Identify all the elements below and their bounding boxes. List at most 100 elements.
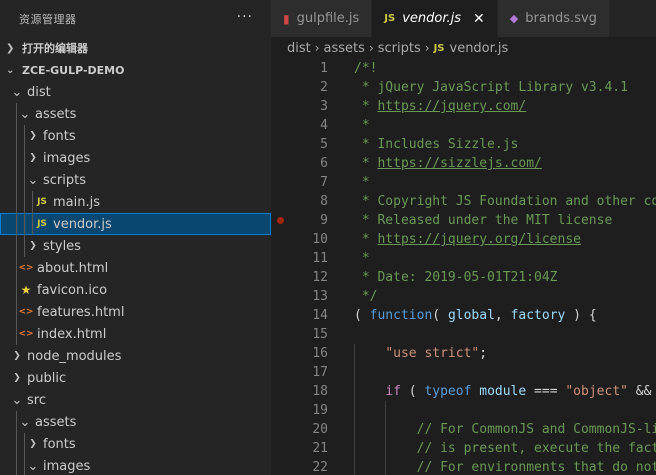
close-icon[interactable]: ✕ [473, 11, 485, 27]
project-section[interactable]: ⌄ ZCE-GULP-DEMO [0, 59, 271, 81]
tree-file[interactable]: <> index.html [0, 323, 271, 345]
code-token: "use strict" [385, 346, 480, 361]
code-text: * Copyright JS Foundation and other co [354, 192, 656, 211]
tree-file[interactable]: ★ favicon.ico [0, 279, 271, 301]
code-token: global [447, 308, 495, 323]
breadcrumb-item[interactable]: vendor.js [450, 41, 509, 56]
breadcrumb-item[interactable]: assets [324, 41, 365, 56]
chevron-right-icon: ❯ [29, 131, 37, 141]
tree-file[interactable]: JS main.js [0, 191, 271, 213]
indent-guide [16, 213, 17, 235]
code-line: 7 * [271, 173, 656, 192]
code-text: // For environments that do not [354, 458, 656, 475]
tree-file[interactable]: <> about.html [0, 257, 271, 279]
code-token: ( [400, 384, 425, 399]
indent-guide [354, 401, 355, 420]
code-token: factory [510, 308, 566, 323]
code-line: 9 * Released under the MIT license [271, 211, 656, 230]
indent-guide [24, 235, 25, 257]
code-text: * [354, 173, 370, 192]
tab-vendor[interactable]: JS vendor.js ✕ [372, 0, 498, 37]
tree-folder[interactable]: ❯ images [0, 147, 271, 169]
open-editors-section[interactable]: ❯ 打开的编辑器 [0, 37, 271, 59]
code-text: * [354, 116, 370, 135]
chevron-right-icon: ❯ [6, 42, 15, 54]
code-editor[interactable]: 1 /*! 2 * jQuery JavaScript Library v3.4.1… [271, 59, 656, 475]
tree-folder[interactable]: ❯ public [0, 367, 271, 389]
code-token: * [354, 232, 378, 247]
line-number: 9 [320, 213, 328, 228]
tree-folder[interactable]: ❯ fonts [0, 125, 271, 147]
code-line: 2 * jQuery JavaScript Library v3.4.1 [271, 78, 656, 97]
tree-folder[interactable]: ⌄ src [0, 389, 271, 411]
tree-folder[interactable]: ⌄ images [0, 455, 271, 475]
chevron-right-icon: › [424, 41, 430, 55]
indent-guide [16, 125, 17, 147]
indent-guide [16, 455, 17, 475]
code-token: * Copyright JS Foundation and other co [354, 194, 656, 209]
explorer-sidebar: 资源管理器 ··· ❯ 打开的编辑器 ⌄ ZCE-GULP-DEMO ⌄ dist… [0, 0, 271, 475]
tree-item-label: favicon.ico [37, 282, 108, 298]
tab-label: vendor.js [402, 11, 462, 26]
tab-gulpfile[interactable]: ▮ gulpfile.js [271, 0, 373, 37]
tree-file[interactable]: JS vendor.js [0, 213, 271, 235]
chevron-down-icon: ⌄ [27, 172, 39, 188]
line-number: 12 [312, 270, 328, 285]
tree-item-label: dist [27, 84, 51, 100]
breadcrumb-item[interactable]: scripts [378, 41, 421, 56]
code-token: === [526, 384, 566, 399]
indent-guide [32, 213, 33, 235]
indent-guide [16, 257, 17, 279]
code-token: // For environments that do not [416, 460, 656, 475]
tree-item-label: scripts [43, 172, 86, 188]
tree-folder[interactable]: ❯ node_modules [0, 345, 271, 367]
project-name: ZCE-GULP-DEMO [22, 63, 125, 77]
code-text: ( function( global, factory ) { [354, 306, 597, 325]
open-editors-label: 打开的编辑器 [22, 42, 88, 55]
tree-file[interactable]: <> features.html [0, 301, 271, 323]
tree-item-label: features.html [37, 304, 125, 320]
tree-folder[interactable]: ❯ fonts [0, 433, 271, 455]
line-number: 19 [312, 403, 328, 418]
line-number: 6 [320, 156, 328, 171]
js-icon: JS [384, 13, 396, 24]
tree-folder[interactable]: ⌄ scripts [0, 169, 271, 191]
line-number: 7 [320, 175, 328, 190]
code-text: * https://jquery.org/license [354, 230, 581, 249]
code-token: "object" [565, 384, 628, 399]
tree-item-label: public [27, 370, 67, 386]
chevron-down-icon: ⌄ [11, 392, 23, 408]
code-text: * https://sizzlejs.com/ [354, 154, 542, 173]
code-text: if ( typeof module === "object" && [354, 382, 656, 401]
chevron-down-icon: ⌄ [6, 64, 15, 76]
code-text: * [354, 249, 370, 268]
js-icon: JS [37, 219, 47, 229]
tree-item-label: styles [43, 238, 81, 254]
tree-item-label: images [43, 150, 91, 166]
line-number: 10 [312, 232, 328, 247]
code-text: * Includes Sizzle.js [354, 135, 519, 154]
code-line: 5 * Includes Sizzle.js [271, 135, 656, 154]
tree-folder[interactable]: ❯ styles [0, 235, 271, 257]
html-icon: <> [18, 307, 34, 317]
code-token: * [354, 251, 370, 266]
tree-item-label: fonts [43, 436, 76, 452]
line-number: 17 [312, 365, 328, 380]
tree-folder[interactable]: ⌄ dist [0, 81, 271, 103]
html-icon: <> [18, 263, 34, 273]
tree-folder[interactable]: ⌄ assets [0, 411, 271, 433]
code-token: * jQuery JavaScript Library v3.4.1 [354, 80, 628, 95]
more-actions-icon[interactable]: ··· [237, 9, 253, 25]
line-number: 11 [312, 251, 328, 266]
tree-item-label: assets [35, 106, 77, 122]
code-line: 3 * https://jquery.com/ [271, 97, 656, 116]
tree-folder[interactable]: ⌄ assets [0, 103, 271, 125]
tab-brands[interactable]: ◆ brands.svg [497, 0, 610, 37]
breadcrumb-item[interactable]: dist [287, 41, 311, 56]
tree-item-label: index.html [37, 326, 107, 342]
indent-guide [16, 433, 17, 455]
code-line: 11 * [271, 249, 656, 268]
code-line: 1 /*! [271, 59, 656, 78]
